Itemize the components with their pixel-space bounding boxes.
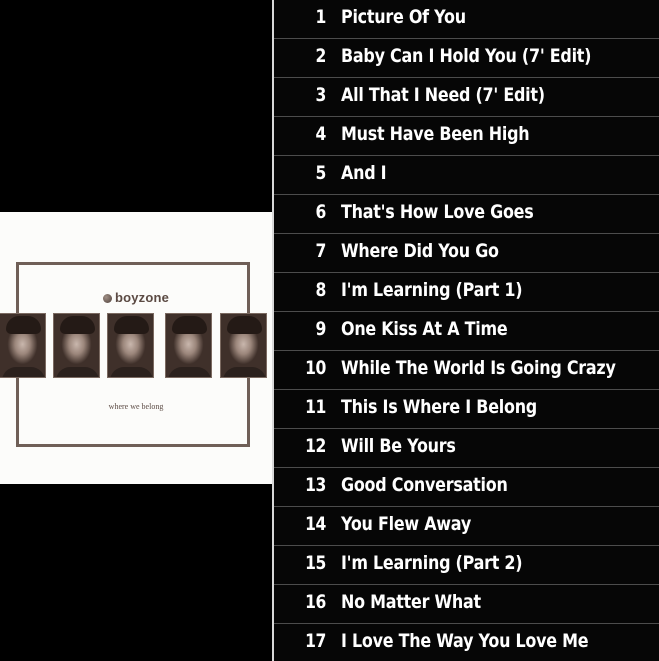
band-member-photo: [53, 313, 100, 378]
track-number: 8: [315, 279, 327, 301]
band-member-photo: [0, 313, 46, 378]
track-title: While The World Is Going Crazy: [341, 357, 616, 379]
album-tracklist-screen: boyzone where we belong 1 Picture Of You …: [0, 0, 659, 661]
track-title: One Kiss At A Time: [341, 318, 508, 340]
track-title: I'm Learning (Part 1): [341, 279, 523, 301]
band-member-photo: [220, 313, 267, 378]
track-title: All That I Need (7' Edit): [341, 84, 545, 106]
track-row[interactable]: 15 I'm Learning (Part 2): [274, 546, 659, 585]
brand-name: boyzone: [114, 290, 170, 305]
track-title: Will Be Yours: [341, 435, 456, 457]
album-art-pane: boyzone where we belong: [0, 0, 272, 661]
track-title: Where Did You Go: [341, 240, 499, 262]
band-member-photo: [165, 313, 212, 378]
track-number: 10: [305, 357, 326, 379]
track-row[interactable]: 11 This Is Where I Belong: [274, 390, 659, 429]
track-number: 15: [305, 552, 326, 574]
band-member-photo: [107, 313, 154, 378]
track-number: 13: [305, 474, 326, 496]
track-number: 16: [305, 591, 326, 613]
album-cover[interactable]: boyzone where we belong: [0, 212, 272, 484]
track-row[interactable]: 12 Will Be Yours: [274, 429, 659, 468]
track-number: 17: [305, 630, 326, 652]
track-title: I'm Learning (Part 2): [341, 552, 523, 574]
tracklist: 1 Picture Of You 2 Baby Can I Hold You (7'…: [274, 0, 659, 661]
track-number: 1: [315, 6, 327, 28]
track-number: 4: [315, 123, 327, 145]
brand-logo-icon: [102, 294, 112, 303]
track-title: That's How Love Goes: [341, 201, 534, 223]
track-row[interactable]: 7 Where Did You Go: [274, 234, 659, 273]
cover-subtitle: where we belong: [108, 402, 164, 411]
track-number: 11: [305, 396, 326, 418]
track-title: And I: [341, 162, 387, 184]
track-row[interactable]: 4 Must Have Been High: [274, 117, 659, 156]
track-row[interactable]: 3 All That I Need (7' Edit): [274, 78, 659, 117]
track-title: You Flew Away: [341, 513, 471, 535]
track-row[interactable]: 10 While The World Is Going Crazy: [274, 351, 659, 390]
track-row[interactable]: 2 Baby Can I Hold You (7' Edit): [274, 39, 659, 78]
track-number: 12: [305, 435, 326, 457]
track-title: Baby Can I Hold You (7' Edit): [341, 45, 592, 67]
track-number: 14: [305, 513, 326, 535]
track-title: This Is Where I Belong: [341, 396, 537, 418]
track-number: 7: [315, 240, 327, 262]
track-number: 6: [315, 201, 327, 223]
track-row[interactable]: 8 I'm Learning (Part 1): [274, 273, 659, 312]
track-row[interactable]: 16 No Matter What: [274, 585, 659, 624]
track-title: I Love The Way You Love Me: [341, 630, 589, 652]
track-number: 5: [315, 162, 327, 184]
track-row[interactable]: 6 That's How Love Goes: [274, 195, 659, 234]
track-title: No Matter What: [341, 591, 481, 613]
track-row[interactable]: 1 Picture Of You: [274, 0, 659, 39]
track-row[interactable]: 17 I Love The Way You Love Me: [274, 624, 659, 661]
track-number: 2: [315, 45, 327, 67]
track-number: 3: [315, 84, 327, 106]
track-row[interactable]: 14 You Flew Away: [274, 507, 659, 546]
track-row[interactable]: 13 Good Conversation: [274, 468, 659, 507]
cover-brand: boyzone: [0, 290, 272, 305]
track-title: Good Conversation: [341, 474, 508, 496]
track-title: Must Have Been High: [341, 123, 530, 145]
band-photo-strip: [0, 313, 272, 379]
track-number: 9: [315, 318, 327, 340]
track-row[interactable]: 5 And I: [274, 156, 659, 195]
track-row[interactable]: 9 One Kiss At A Time: [274, 312, 659, 351]
track-title: Picture Of You: [341, 6, 466, 28]
